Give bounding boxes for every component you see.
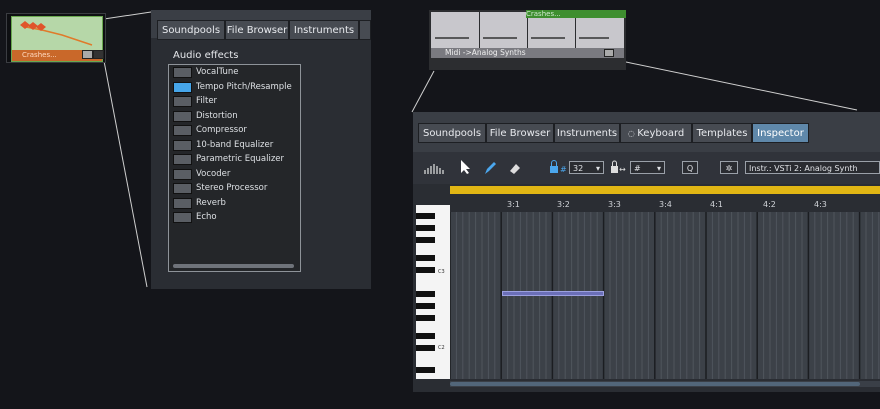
toggle-icon[interactable] (173, 198, 192, 209)
snap-lock-icon[interactable]: # (549, 160, 567, 174)
bar-label: 3:2 (557, 200, 570, 209)
effect-distortion[interactable]: Distortion (171, 109, 298, 123)
bar-label: 3:4 (659, 200, 672, 209)
bar-label: 3:1 (507, 200, 520, 209)
piano-roll-grid[interactable]: 3:1 3:2 3:3 3:4 4:1 4:2 4:3 (450, 200, 880, 379)
toggle-icon[interactable] (173, 96, 192, 107)
effects-scrollbar[interactable] (173, 264, 294, 268)
tab-templates[interactable]: Templates (692, 123, 752, 143)
toggle-icon[interactable] (173, 169, 192, 180)
toggle-icon[interactable] (173, 67, 192, 78)
svg-text:#: # (560, 165, 567, 174)
pointer-icon[interactable] (459, 159, 471, 175)
toggle-icon[interactable] (173, 111, 192, 122)
settings-gear-icon[interactable]: ✲ (720, 161, 738, 174)
ruler-bar[interactable] (450, 186, 880, 194)
clip-resize-icon[interactable] (93, 50, 104, 59)
section-title: Audio effects (173, 50, 239, 61)
midi-notes (435, 37, 609, 39)
tab-file-browser[interactable]: File Browser (486, 123, 554, 143)
effect-stereo-processor[interactable]: Stereo Processor (171, 181, 298, 195)
toggle-icon[interactable] (173, 82, 192, 93)
toggle-icon[interactable] (173, 140, 192, 151)
velocity-icon[interactable] (423, 161, 445, 175)
midi-editor-panel: Soundpools File Browser Instruments ◌ Ke… (413, 112, 880, 392)
piano-keyboard[interactable]: C3 C2 (416, 205, 450, 379)
effect-vocoder[interactable]: Vocoder (171, 167, 298, 181)
effect-echo[interactable]: Echo (171, 210, 298, 224)
bar-label: 4:3 (814, 200, 827, 209)
tab-soundpools[interactable]: Soundpools (418, 123, 486, 143)
bar-label: 4:2 (763, 200, 776, 209)
instrument-select[interactable]: Instr.: VSTi 2: Analog Synth (745, 161, 880, 174)
svg-text:↔: ↔ (619, 165, 626, 174)
crashes-clip-label: Crashes... (526, 10, 626, 18)
toggle-icon[interactable] (173, 154, 192, 165)
clip-label: Crashes... (22, 51, 57, 59)
chevron-down-icon: ▾ (595, 164, 600, 173)
eraser-icon[interactable] (508, 160, 522, 176)
clip-dropdown-icon[interactable] (604, 49, 614, 57)
effects-list[interactable]: VocalTune Tempo Pitch/Resample Filter Di… (168, 64, 301, 272)
tab-bar: Soundpools File Browser Instruments ◌ Ke… (413, 112, 880, 152)
tab-keyboard[interactable]: ◌ Keyboard (620, 123, 692, 143)
clip-thumbnail-midi[interactable]: Crashes... Midi ->Analog Synths (429, 10, 626, 70)
length-lock-icon[interactable]: ↔ (610, 160, 630, 174)
editor-toolbar: # 32 ▾ ↔ # ▾ Q ✲ Instr.: VSTi 2: Analog Sy… (413, 152, 880, 184)
key-label: C3 (438, 269, 445, 275)
effect-tempo-pitch[interactable]: Tempo Pitch/Resample (171, 80, 298, 94)
toggle-icon[interactable] (173, 125, 192, 136)
clip-automation-curve (20, 21, 93, 46)
tab-instruments[interactable]: Instruments (289, 20, 359, 40)
effect-parametric-eq[interactable]: Parametric Equalizer (171, 152, 298, 166)
tab-bar: Soundpools File Browser Instruments (151, 10, 371, 40)
tab-inspector[interactable]: Inspector (752, 123, 809, 143)
tab-soundpools[interactable]: Soundpools (157, 20, 225, 40)
effect-vocaltune[interactable]: VocalTune (171, 65, 298, 79)
tab-instruments[interactable]: Instruments (554, 123, 620, 143)
toggle-icon[interactable] (173, 183, 192, 194)
quantize-button[interactable]: Q (682, 161, 698, 174)
bar-label: 4:1 (710, 200, 723, 209)
toggle-icon[interactable] (173, 212, 192, 223)
keyboard-icon: ◌ (627, 129, 638, 138)
audio-effects-panel: Soundpools File Browser Instruments Audi… (151, 10, 371, 289)
bar-label: 3:3 (608, 200, 621, 209)
clip-thumbnail-crashes[interactable]: Crashes... (6, 13, 106, 63)
clip-label: Midi ->Analog Synths (445, 48, 526, 57)
clip-body: Crashes... (11, 16, 104, 62)
effect-10-band-eq[interactable]: 10-band Equalizer (171, 138, 298, 152)
grid-select[interactable]: # ▾ (630, 161, 665, 174)
clip-dropdown-icon[interactable] (82, 50, 93, 59)
pencil-icon[interactable] (483, 160, 497, 176)
effect-filter[interactable]: Filter (171, 94, 298, 108)
clip-caption: Midi ->Analog Synths (431, 48, 624, 58)
tab-more-icon[interactable] (359, 20, 371, 40)
quantize-select[interactable]: 32 ▾ (569, 161, 604, 174)
effect-compressor[interactable]: Compressor (171, 123, 298, 137)
chevron-down-icon: ▾ (656, 164, 661, 173)
key-label: C2 (438, 345, 445, 351)
midi-note[interactable] (502, 291, 604, 296)
tab-file-browser[interactable]: File Browser (225, 20, 289, 40)
scrollbar-thumb[interactable] (450, 382, 860, 386)
effect-reverb[interactable]: Reverb (171, 196, 298, 210)
horizontal-scrollbar[interactable] (450, 381, 880, 387)
